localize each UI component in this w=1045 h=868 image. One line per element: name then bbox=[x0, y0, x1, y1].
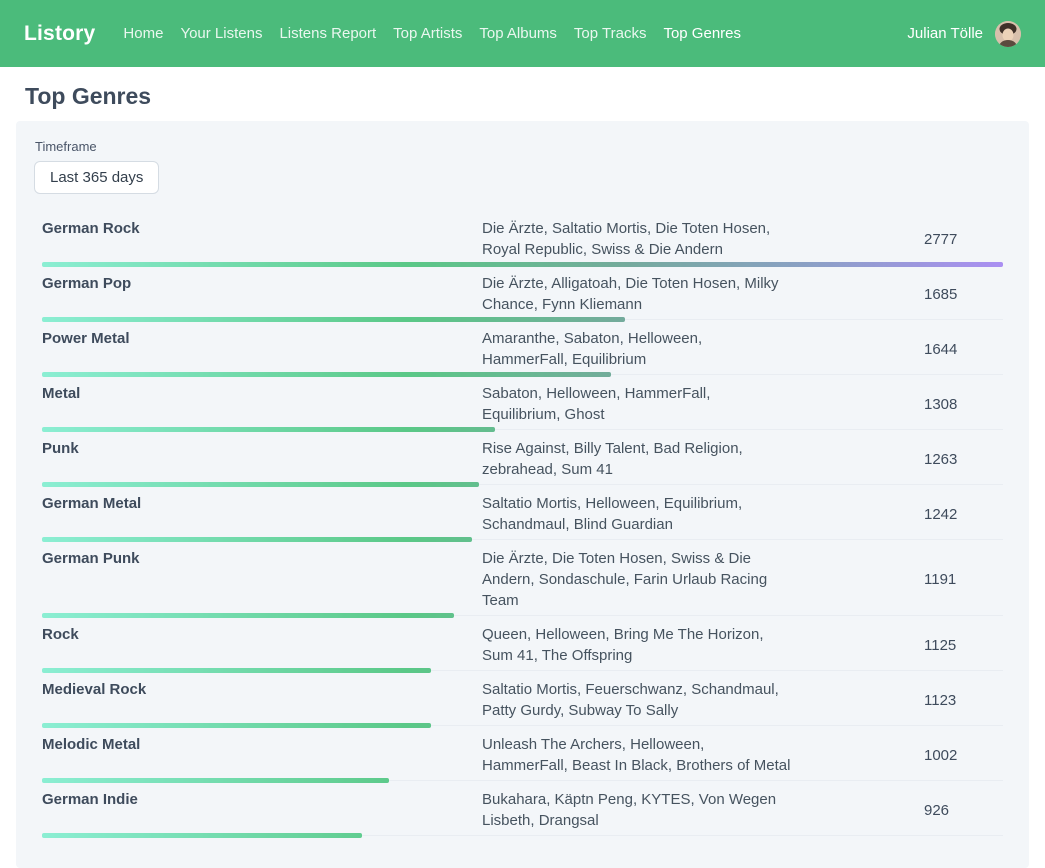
genre-progress-bar bbox=[42, 668, 431, 673]
genre-listen-count: 1644 bbox=[792, 341, 1003, 358]
genre-listen-count: 1685 bbox=[792, 286, 1003, 303]
genre-progress-bar bbox=[42, 833, 362, 838]
genre-row: Melodic Metal Unleash The Archers, Hello… bbox=[42, 728, 1003, 783]
genre-progress-bar bbox=[42, 482, 479, 487]
timeframe-label: Timeframe bbox=[35, 139, 1003, 154]
user-menu[interactable]: Julian Tölle bbox=[907, 21, 1021, 47]
genre-listen-count: 1191 bbox=[792, 571, 1003, 588]
timeframe-select[interactable]: Last 365 days bbox=[34, 161, 159, 194]
genre-progress-bar bbox=[42, 723, 431, 728]
genre-listen-count: 1002 bbox=[792, 747, 1003, 764]
user-avatar[interactable] bbox=[995, 21, 1021, 47]
genre-top-artists: Die Ärzte, Die Toten Hosen, Swiss & Die … bbox=[482, 548, 792, 611]
genre-name: German Pop bbox=[42, 273, 482, 294]
nav-item-home[interactable]: Home bbox=[123, 25, 163, 42]
genre-name: German Rock bbox=[42, 218, 482, 239]
genre-top-artists: Rise Against, Billy Talent, Bad Religion… bbox=[482, 438, 792, 480]
brand-logo[interactable]: Listory bbox=[24, 22, 95, 46]
genre-listen-count: 1123 bbox=[792, 692, 1003, 709]
genre-progress-bar bbox=[42, 537, 472, 542]
genre-listen-count: 1308 bbox=[792, 396, 1003, 413]
genre-row: German Metal Saltatio Mortis, Helloween,… bbox=[42, 487, 1003, 542]
app-header: Listory Home Your Listens Listens Report To… bbox=[0, 0, 1045, 67]
nav-item-top-artists[interactable]: Top Artists bbox=[393, 25, 462, 42]
nav-item-top-albums[interactable]: Top Albums bbox=[479, 25, 557, 42]
genre-row: German Rock Die Ärzte, Saltatio Mortis, … bbox=[42, 212, 1003, 267]
genre-listen-count: 1242 bbox=[792, 506, 1003, 523]
genre-name: German Indie bbox=[42, 789, 482, 810]
top-genres-card: Timeframe Last 365 days German Rock Die … bbox=[16, 121, 1029, 868]
genre-top-artists: Unleash The Archers, Helloween, HammerFa… bbox=[482, 734, 792, 776]
genre-name: Metal bbox=[42, 383, 482, 404]
nav-item-your-listens[interactable]: Your Listens bbox=[180, 25, 262, 42]
genre-list: German Rock Die Ärzte, Saltatio Mortis, … bbox=[42, 212, 1003, 838]
main-content: Top Genres Timeframe Last 365 days Germa… bbox=[0, 83, 1045, 868]
genre-name: Power Metal bbox=[42, 328, 482, 349]
user-name: Julian Tölle bbox=[907, 25, 983, 42]
genre-row: Metal Sabaton, Helloween, HammerFall, Eq… bbox=[42, 377, 1003, 432]
genre-top-artists: Die Ärzte, Saltatio Mortis, Die Toten Ho… bbox=[482, 218, 792, 260]
genre-listen-count: 1263 bbox=[792, 451, 1003, 468]
genre-row: German Indie Bukahara, Käptn Peng, KYTES… bbox=[42, 783, 1003, 838]
genre-name: Melodic Metal bbox=[42, 734, 482, 755]
genre-name: Rock bbox=[42, 624, 482, 645]
genre-progress-bar bbox=[42, 317, 625, 322]
genre-top-artists: Die Ärzte, Alligatoah, Die Toten Hosen, … bbox=[482, 273, 792, 315]
genre-progress-bar bbox=[42, 427, 495, 432]
genre-row: Punk Rise Against, Billy Talent, Bad Rel… bbox=[42, 432, 1003, 487]
timeframe-filter: Timeframe Last 365 days bbox=[34, 139, 1003, 194]
genre-listen-count: 2777 bbox=[792, 231, 1003, 248]
avatar-photo-icon bbox=[995, 21, 1021, 47]
genre-row: German Punk Die Ärzte, Die Toten Hosen, … bbox=[42, 542, 1003, 618]
genre-top-artists: Saltatio Mortis, Helloween, Equilibrium,… bbox=[482, 493, 792, 535]
genre-name: Punk bbox=[42, 438, 482, 459]
genre-top-artists: Sabaton, Helloween, HammerFall, Equilibr… bbox=[482, 383, 792, 425]
nav-item-top-genres[interactable]: Top Genres bbox=[663, 25, 741, 42]
genre-row: Power Metal Amaranthe, Sabaton, Hellowee… bbox=[42, 322, 1003, 377]
genre-row: Rock Queen, Helloween, Bring Me The Hori… bbox=[42, 618, 1003, 673]
genre-top-artists: Queen, Helloween, Bring Me The Horizon, … bbox=[482, 624, 792, 666]
genre-name: Medieval Rock bbox=[42, 679, 482, 700]
genre-listen-count: 1125 bbox=[792, 637, 1003, 654]
genre-name: German Metal bbox=[42, 493, 482, 514]
genre-top-artists: Amaranthe, Sabaton, Helloween, HammerFal… bbox=[482, 328, 792, 370]
page-title: Top Genres bbox=[25, 83, 1029, 109]
genre-listen-count: 926 bbox=[792, 802, 1003, 819]
genre-progress-bar bbox=[42, 262, 1003, 267]
main-nav: Home Your Listens Listens Report Top Artist… bbox=[123, 25, 907, 42]
genre-progress-bar bbox=[42, 372, 611, 377]
genre-row: Medieval Rock Saltatio Mortis, Feuerschw… bbox=[42, 673, 1003, 728]
genre-row: German Pop Die Ärzte, Alligatoah, Die To… bbox=[42, 267, 1003, 322]
nav-item-listens-report[interactable]: Listens Report bbox=[279, 25, 376, 42]
genre-progress-bar bbox=[42, 778, 389, 783]
genre-top-artists: Bukahara, Käptn Peng, KYTES, Von Wegen L… bbox=[482, 789, 792, 831]
genre-name: German Punk bbox=[42, 548, 482, 569]
nav-item-top-tracks[interactable]: Top Tracks bbox=[574, 25, 647, 42]
genre-top-artists: Saltatio Mortis, Feuerschwanz, Schandmau… bbox=[482, 679, 792, 721]
genre-progress-bar bbox=[42, 613, 454, 618]
